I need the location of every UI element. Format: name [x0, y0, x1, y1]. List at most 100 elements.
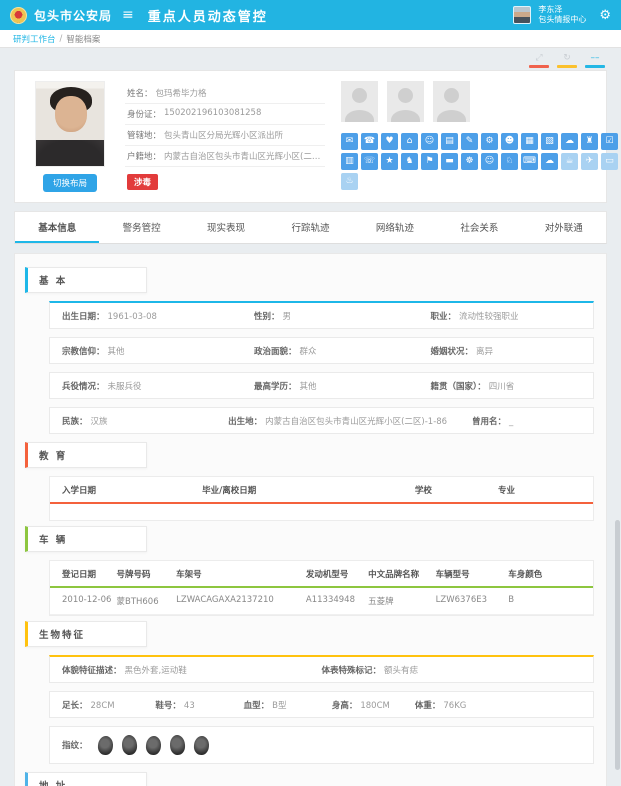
basic-row: 出生日期：1961-03-08 性别：男 职业：流动性较强职业 — [49, 301, 594, 329]
fingerprint-label: 指纹： — [62, 739, 88, 751]
train-icon[interactable]: ▬ — [441, 153, 458, 170]
settings-icon[interactable]: ☸ — [461, 153, 478, 170]
vehicle-icon[interactable]: ⚙ — [481, 133, 498, 150]
tab-external-contact[interactable]: 对外联通 — [522, 212, 606, 243]
placeholder-avatar[interactable] — [387, 81, 424, 122]
tab-basic-info[interactable]: 基本信息 — [15, 212, 99, 243]
tab-social-relations[interactable]: 社会关系 — [437, 212, 521, 243]
group-icon[interactable]: ☺ — [421, 133, 438, 150]
fingerprint-image — [169, 735, 185, 756]
col-header: 中文品牌名称 — [368, 568, 435, 580]
lab-icon[interactable]: ☕ — [561, 153, 578, 170]
fingerprint-image — [145, 735, 162, 755]
section-address-title: 地 址 — [25, 772, 147, 786]
section-vehicle: 车 辆 登记日期 号牌号码 车架号 发动机型号 中文品牌名称 车辆型号 车身颜色… — [25, 526, 594, 616]
col-header: 入学日期 — [62, 484, 202, 496]
user-icon[interactable]: ☺ — [481, 153, 498, 170]
placeholder-avatar[interactable] — [433, 81, 470, 122]
basic-row: 民族：汉族 出生地：内蒙古自治区包头市青山区光辉小区(二区)-1-86 曾用名：… — [49, 407, 594, 434]
police-car-icon[interactable]: ♘ — [501, 153, 518, 170]
section-basic: 基 本 出生日期：1961-03-08 性别：男 职业：流动性较强职业 宗教信仰… — [25, 267, 594, 434]
col-header: 专业 — [498, 484, 581, 496]
section-education-title: 教 育 — [25, 442, 147, 468]
expand-icon[interactable]: ⤢ — [529, 53, 549, 68]
education-empty — [50, 504, 593, 520]
section-biometrics-title: 生物特征 — [25, 621, 147, 647]
refresh-icon[interactable]: ↻ — [557, 53, 577, 68]
fingerprint-image — [121, 735, 137, 756]
tab-bar: 基本信息 警务管控 现实表现 行踪轨迹 网络轨迹 社会关系 对外联通 — [14, 211, 607, 244]
gear-icon[interactable]: ⚙ — [599, 8, 611, 23]
field-id-number: 身份证： 150202196103081258 — [125, 104, 325, 125]
view-toolbar: ⤢ ↻ –– — [0, 48, 621, 68]
bio-row: 体貌特征描述：黑色外套,运动鞋 体表特殊标记：额头有痣 — [49, 655, 594, 683]
section-education: 教 育 入学日期 毕业/离校日期 学校 专业 — [25, 442, 594, 521]
home-icon[interactable]: ⌂ — [401, 133, 418, 150]
id-card-icon[interactable]: ▥ — [341, 153, 358, 170]
breadcrumb-separator: / — [60, 34, 63, 44]
image-icon[interactable]: ▧ — [541, 133, 558, 150]
hotel-icon[interactable]: ▤ — [441, 133, 458, 150]
vehicle-table: 登记日期 号牌号码 车架号 发动机型号 中文品牌名称 车辆型号 车身颜色 201… — [49, 560, 594, 616]
chat-icon[interactable]: ✉ — [341, 133, 358, 150]
related-photos — [341, 81, 621, 122]
breadcrumb-current: 智能档案 — [66, 33, 100, 45]
org-name: 包头市公安局 — [34, 7, 112, 24]
cloud-icon[interactable]: ☁ — [541, 153, 558, 170]
tab-police-control[interactable]: 警务管控 — [99, 212, 183, 243]
drug-involvement-badge: 涉毒 — [127, 174, 158, 190]
tab-movement-track[interactable]: 行踪轨迹 — [268, 212, 352, 243]
profile-card: 切换布局 姓名： 包玛希毕力格 身份证： 150202196103081258 … — [14, 70, 607, 203]
col-header: 车身颜色 — [508, 568, 581, 580]
flight-icon[interactable]: ✈ — [581, 153, 598, 170]
field-name: 姓名： 包玛希毕力格 — [125, 83, 325, 104]
field-jurisdiction: 管辖地： 包头青山区分局光辉小区派出所 — [125, 125, 325, 146]
bus-icon[interactable]: ▭ — [601, 153, 618, 170]
placeholder-avatar[interactable] — [341, 81, 378, 122]
basic-row: 兵役情况：未服兵役 最高学历：其他 籍贯（国家）：四川省 — [49, 372, 594, 399]
col-header: 号牌号码 — [116, 568, 176, 580]
fingerprint-image — [193, 735, 210, 755]
heart-icon[interactable]: ♥ — [381, 133, 398, 150]
basic-info-panel: 基 本 出生日期：1961-03-08 性别：男 职业：流动性较强职业 宗教信仰… — [14, 253, 607, 786]
telephone-icon[interactable]: ☏ — [361, 153, 378, 170]
user-meta[interactable]: 李东泽 包头情报中心 — [538, 5, 586, 25]
user-name: 李东泽 — [538, 5, 586, 15]
trash-icon[interactable]: ♨ — [341, 173, 358, 190]
section-basic-title: 基 本 — [25, 267, 147, 293]
user-avatar[interactable] — [513, 6, 531, 24]
keyboard-icon[interactable]: ⌨ — [521, 153, 538, 170]
feature-icon-grid: ✉ ☎ ♥ ⌂ ☺ ▤ ✎ ⚙ ☻ ▦ ▧ ☁ ♜ ☑ ▥ ☏ ★ ♞ ⚑ ▬ … — [341, 133, 621, 190]
layout-icon[interactable]: –– — [585, 53, 605, 68]
tab-network-track[interactable]: 网络轨迹 — [353, 212, 437, 243]
person-icon[interactable]: ☻ — [501, 133, 518, 150]
vertical-scrollbar[interactable] — [615, 520, 620, 770]
tag-icon[interactable]: ⚑ — [421, 153, 438, 170]
section-address: 地 址 类型 地址 家庭地址 内蒙古自治区包头市青山区光辉小区(二区)-1-86… — [25, 772, 594, 786]
document-icon[interactable]: ▦ — [521, 133, 538, 150]
col-header: 登记日期 — [62, 568, 116, 580]
section-vehicle-title: 车 辆 — [25, 526, 147, 552]
basic-row: 宗教信仰：其他 政治面貌：群众 婚姻状况：离异 — [49, 337, 594, 364]
user-dept: 包头情报中心 — [538, 15, 586, 25]
broadcast-icon[interactable]: ★ — [381, 153, 398, 170]
tab-real-performance[interactable]: 现实表现 — [184, 212, 268, 243]
col-header: 车辆型号 — [436, 568, 509, 580]
col-header: 发动机型号 — [306, 568, 368, 580]
taxi-icon[interactable]: ♞ — [401, 153, 418, 170]
top-bar: 包头市公安局 ≡ 重点人员动态管控 李东泽 包头情报中心 ⚙ — [0, 0, 621, 30]
menu-icon[interactable]: ≡ — [122, 7, 134, 23]
bank-icon[interactable]: ♜ — [581, 133, 598, 150]
col-header: 车架号 — [176, 568, 306, 580]
breadcrumb-parent[interactable]: 研判工作台 — [13, 33, 56, 45]
switch-layout-button[interactable]: 切换布局 — [43, 174, 97, 192]
col-header: 学校 — [415, 484, 498, 496]
fingerprint-image — [97, 735, 114, 755]
contact-book-icon[interactable]: ☎ — [361, 133, 378, 150]
network-icon[interactable]: ☁ — [561, 133, 578, 150]
education-icon[interactable]: ✎ — [461, 133, 478, 150]
task-icon[interactable]: ☑ — [601, 133, 618, 150]
profile-fields: 姓名： 包玛希毕力格 身份证： 150202196103081258 管辖地： … — [125, 83, 325, 192]
field-household: 户籍地： 内蒙古自治区包头市青山区光辉小区(二区)-1-86 — [125, 146, 325, 167]
breadcrumb: 研判工作台 / 智能档案 — [0, 30, 621, 48]
